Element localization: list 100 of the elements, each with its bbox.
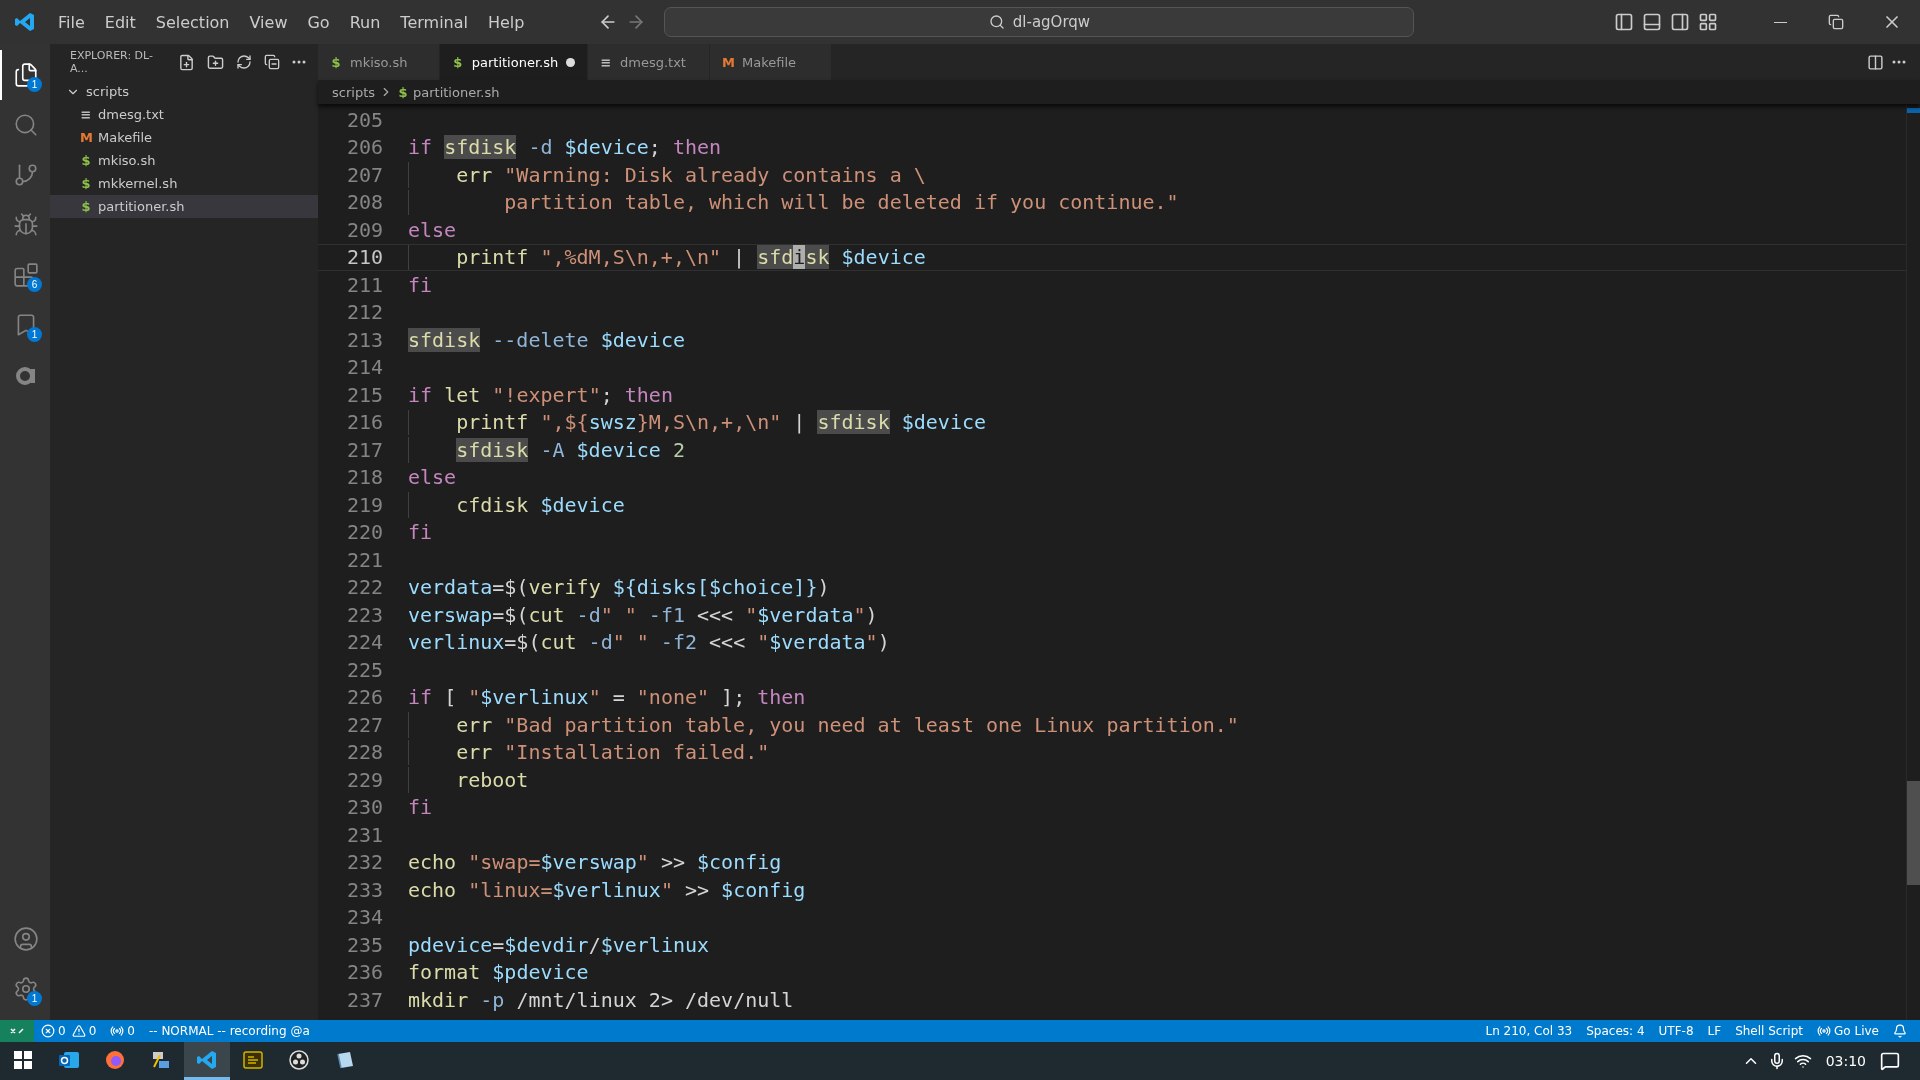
ports-status[interactable]: 0 xyxy=(103,1020,142,1042)
new-file-icon xyxy=(178,53,195,71)
line-number: 233 xyxy=(345,877,383,902)
more-icon xyxy=(292,60,306,64)
code-line: sfdisk -A $device 2 xyxy=(456,437,685,462)
scrollbar-thumb[interactable] xyxy=(1907,781,1920,885)
clock[interactable]: 03:10 xyxy=(1815,1053,1876,1069)
wifi-icon xyxy=(1793,1052,1812,1070)
more-icon xyxy=(1892,60,1906,64)
line-number: 228 xyxy=(345,740,383,765)
line-number: 219 xyxy=(345,492,383,517)
unsaved-dot-icon xyxy=(566,57,575,67)
broadcast-icon xyxy=(1817,1024,1832,1038)
editor-tab[interactable]: M Makefile xyxy=(710,44,832,80)
code-line: printf ",%dM,S\n,+,\n" | sfdisk $device xyxy=(456,245,926,270)
bell-icon xyxy=(1893,1024,1907,1038)
line-number: 226 xyxy=(345,685,383,710)
file-type-icon: ≡ xyxy=(80,107,92,122)
menu-item[interactable]: Help xyxy=(477,12,535,32)
split-icon xyxy=(1867,53,1884,71)
menu-item[interactable]: Edit xyxy=(94,12,146,32)
line-number: 206 xyxy=(345,135,383,160)
branch-icon xyxy=(13,162,39,188)
code-line: echo "linux=$verlinux" >> $config xyxy=(408,877,806,902)
activity-button[interactable]: 1 xyxy=(0,964,50,1014)
menu-item[interactable]: Terminal xyxy=(390,12,478,32)
explorer-entry[interactable]: $ mkiso.sh xyxy=(50,149,318,172)
count-badge: 1 xyxy=(27,77,42,92)
cursor-position[interactable]: Ln 210, Col 33 xyxy=(1478,1020,1580,1042)
editor-tab[interactable]: $ partitioner.sh xyxy=(440,44,588,80)
explorer-entry[interactable]: $ partitioner.sh xyxy=(50,195,318,218)
encoding-status[interactable]: UTF-8 xyxy=(1651,1020,1701,1042)
count-badge: 1 xyxy=(27,991,42,1006)
line-number: 229 xyxy=(345,767,383,792)
indentation-status[interactable]: Spaces: 4 xyxy=(1579,1020,1652,1042)
code-line: verswap=$(cut -d" " -f1 <<< "$verdata") xyxy=(408,602,878,627)
windows-logo-icon xyxy=(13,1049,33,1070)
settings-icon xyxy=(13,976,39,1002)
line-number: 236 xyxy=(345,960,383,985)
problems-status[interactable]: 0 0 xyxy=(34,1020,104,1042)
code-line: echo "swap=$verswap" >> $config xyxy=(408,850,782,875)
recorder-app-icon xyxy=(288,1048,310,1071)
go-live-button[interactable]: Go Live xyxy=(1810,1020,1886,1042)
code-line: verdata=$(verify ${disks[$choice]}) xyxy=(408,575,830,600)
line-number: 225 xyxy=(345,657,383,682)
line-number: 209 xyxy=(345,217,383,242)
line-number: 221 xyxy=(345,547,383,572)
breadcrumb-item[interactable]: partitioner.sh xyxy=(413,84,500,100)
file-type-icon: $ xyxy=(80,153,92,168)
line-number: 213 xyxy=(345,327,383,352)
code-line: else xyxy=(408,465,457,490)
count-badge: 1 xyxy=(27,327,42,342)
warning-count: 0 xyxy=(88,1024,97,1038)
line-number: 211 xyxy=(345,272,383,297)
command-search-field[interactable]: dl-agOrqw xyxy=(664,7,1415,37)
line-number: 217 xyxy=(345,437,383,462)
activity-button[interactable]: 6 xyxy=(0,250,50,300)
explorer-entry[interactable]: ≡ dmesg.txt xyxy=(50,103,318,126)
blocks-icon xyxy=(13,262,39,288)
error-icon xyxy=(41,1024,55,1038)
vim-mode-status[interactable]: -- NORMAL -- recording @a xyxy=(141,1020,317,1042)
code-line: if [ "$verlinux" = "none" ]; then xyxy=(408,685,806,710)
code-line: reboot xyxy=(456,767,529,792)
menu-item[interactable]: View xyxy=(239,12,298,32)
line-ending-status[interactable]: LF xyxy=(1700,1020,1729,1042)
new-folder-icon xyxy=(207,53,224,71)
activity-button[interactable]: 1 xyxy=(0,300,50,350)
code-line: mkdir -p /mnt/linux 2> /dev/null xyxy=(408,987,794,1012)
count-badge: 6 xyxy=(27,277,42,292)
code-line: err "Installation failed." xyxy=(456,740,770,765)
app-logo-icon xyxy=(14,11,36,33)
line-number: 210 xyxy=(345,245,383,270)
minimize-icon xyxy=(1773,21,1787,23)
explorer-entry[interactable]: M Makefile xyxy=(50,126,318,149)
menu-item[interactable]: File xyxy=(48,12,95,32)
search-icon xyxy=(988,14,1005,30)
line-number: 220 xyxy=(345,520,383,545)
code-line: format $pdevice xyxy=(408,960,589,985)
editor-tab[interactable]: $ mkiso.sh xyxy=(318,44,440,80)
code-line: sfdisk --delete $device xyxy=(408,327,685,352)
explorer-folder[interactable]: scripts xyxy=(50,80,318,103)
line-number: 207 xyxy=(345,162,383,187)
line-number: 237 xyxy=(345,987,383,1012)
code-line: pdevice=$devdir/$verlinux xyxy=(408,932,710,957)
line-number: 216 xyxy=(345,410,383,435)
search-icon xyxy=(13,112,39,138)
line-number: 235 xyxy=(345,932,383,957)
menu-item[interactable]: Selection xyxy=(145,12,240,32)
language-status[interactable]: Shell Script xyxy=(1728,1020,1811,1042)
menu-item[interactable]: Run xyxy=(339,12,391,32)
code-line: if sfdisk -d $device; then xyxy=(408,135,722,160)
restore-icon xyxy=(1828,14,1844,30)
menu-item[interactable]: Go xyxy=(297,12,340,32)
code-line: else xyxy=(408,217,457,242)
bug-icon xyxy=(13,212,39,238)
breadcrumb-item[interactable]: scripts xyxy=(332,84,375,100)
explorer-entry[interactable]: $ mkkernel.sh xyxy=(50,172,318,195)
editor-tab[interactable]: ≡ dmesg.txt xyxy=(588,44,710,80)
line-number: 215 xyxy=(345,382,383,407)
explorer-title: EXPLORER: DL-A... xyxy=(70,49,154,75)
